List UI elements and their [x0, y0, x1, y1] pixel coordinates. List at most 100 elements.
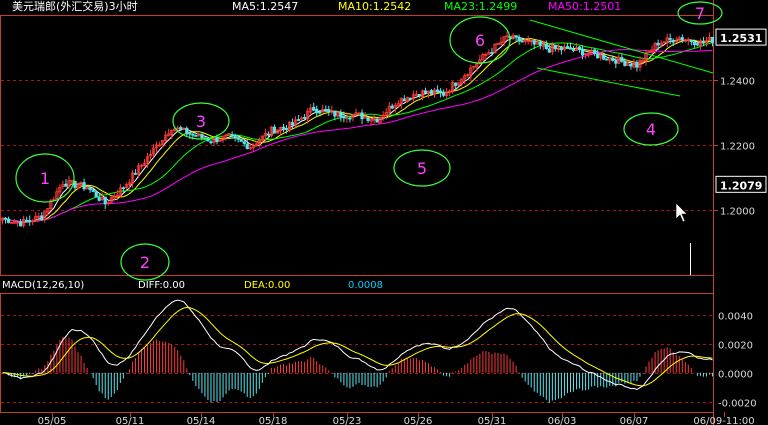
time-tick-label: 05/31 [478, 416, 507, 425]
ma50-label: MA50:1.2501 [548, 0, 622, 13]
chart-title: 美元瑞郎(外汇交易)3小时 [12, 0, 138, 13]
candle-body [417, 94, 422, 97]
price-tick-label: 1.2400 [720, 77, 755, 88]
candle-body [496, 43, 500, 45]
candle-body [179, 127, 183, 130]
price-tick-label: 1.2000 [720, 207, 755, 218]
candle-body [133, 172, 138, 175]
candle-body [121, 187, 125, 190]
candle-body [656, 42, 660, 46]
candle-body [215, 137, 219, 143]
candle-body [438, 90, 443, 93]
candle-body [695, 43, 699, 46]
candle-body [366, 117, 370, 121]
candle-body [333, 110, 337, 117]
candle-body [671, 39, 675, 43]
candle-body [571, 49, 576, 51]
candle-body [82, 182, 86, 190]
candle-body [577, 46, 582, 51]
candle-body [580, 48, 585, 56]
candle-body [245, 143, 249, 150]
candle-body [568, 47, 573, 50]
candle-body [435, 89, 440, 93]
time-tick-label: 06/09-11:00 [693, 416, 754, 425]
candle-body [103, 196, 107, 205]
candle-body [547, 48, 551, 53]
candle-body [520, 40, 524, 43]
channel-lower-line [536, 67, 681, 97]
candle-body [701, 41, 706, 44]
candle-body [553, 44, 557, 50]
macd-tick-label: 0.0020 [718, 341, 753, 352]
candle-body [94, 191, 98, 198]
candle-body [19, 221, 23, 227]
candlestick-chart: 1 2 3 4 5 6 7 1.2000 1.2200 1.2400 -0.0020 0.0000 0… [0, 0, 767, 425]
candle-body [614, 60, 618, 64]
time-tick-label: 05/05 [38, 416, 67, 425]
annotation-number: 1 [40, 169, 50, 188]
candle-body [303, 116, 307, 119]
macd-label: MACD(12,26,10) [2, 280, 85, 291]
candle-body [40, 215, 44, 220]
candle-body [312, 107, 316, 111]
macd-value: 0.0008 [348, 280, 383, 291]
candle-body [272, 126, 277, 134]
candle-body [236, 137, 240, 140]
candle-body [442, 91, 446, 96]
candle-body [6, 218, 11, 223]
candle-body [281, 126, 286, 129]
time-tick-label: 06/07 [620, 416, 649, 425]
time-tick-label: 05/26 [404, 416, 433, 425]
candle-body [348, 117, 352, 120]
candle-body [620, 57, 624, 62]
annotation-number: 4 [646, 120, 656, 139]
annotation-number: 3 [196, 112, 206, 131]
dea-line [2, 306, 713, 387]
candle-body [408, 97, 412, 100]
candle-body [532, 40, 536, 45]
candle-body [230, 133, 234, 136]
candle-body [296, 119, 301, 121]
macd-tick-label: 0.0000 [718, 370, 753, 381]
current-price-label: 1.2079 [720, 179, 762, 192]
candle-body [490, 51, 494, 54]
candle-body [517, 37, 521, 42]
candle-body [429, 90, 434, 95]
time-axis: 05/05 05/11 05/14 05/18 05/23 05/26 05/31 06/03… [38, 412, 755, 425]
candle-body [342, 116, 346, 119]
ma50-line [2, 49, 713, 223]
time-tick-label: 05/18 [259, 416, 288, 425]
candle-body [611, 57, 615, 61]
candle-body [194, 134, 198, 137]
candle-body [64, 183, 68, 187]
candle-body [602, 54, 606, 60]
candle-body [635, 62, 639, 68]
ma10-label: MA10:1.2542 [338, 0, 412, 13]
candle-body [97, 197, 101, 201]
candle-body [360, 112, 364, 120]
candle-body [629, 63, 633, 67]
candle-body [315, 108, 319, 114]
candle-body [209, 141, 213, 144]
candle-body [538, 41, 542, 46]
candle-body [565, 46, 570, 48]
candle-body [266, 133, 270, 136]
candle-body [327, 109, 331, 112]
candle-body [318, 111, 322, 114]
annotation-number: 7 [695, 4, 705, 23]
candle-body [402, 98, 406, 102]
candle-body [390, 105, 394, 109]
candle-body [206, 138, 210, 142]
price-tick-label: 1.2200 [720, 142, 755, 153]
candle-body [185, 127, 189, 135]
macd-tick-label: -0.0020 [718, 399, 757, 410]
time-tick-label: 05/23 [333, 416, 362, 425]
moving-average-lines [2, 36, 713, 224]
candle-body [710, 36, 715, 43]
time-tick-label: 06/03 [548, 416, 577, 425]
candle-body [200, 133, 204, 139]
candle-body [324, 108, 328, 111]
channel-upper-line [529, 19, 714, 74]
candle-body [188, 132, 192, 135]
diff-label: DIFF:0.00 [138, 280, 186, 291]
